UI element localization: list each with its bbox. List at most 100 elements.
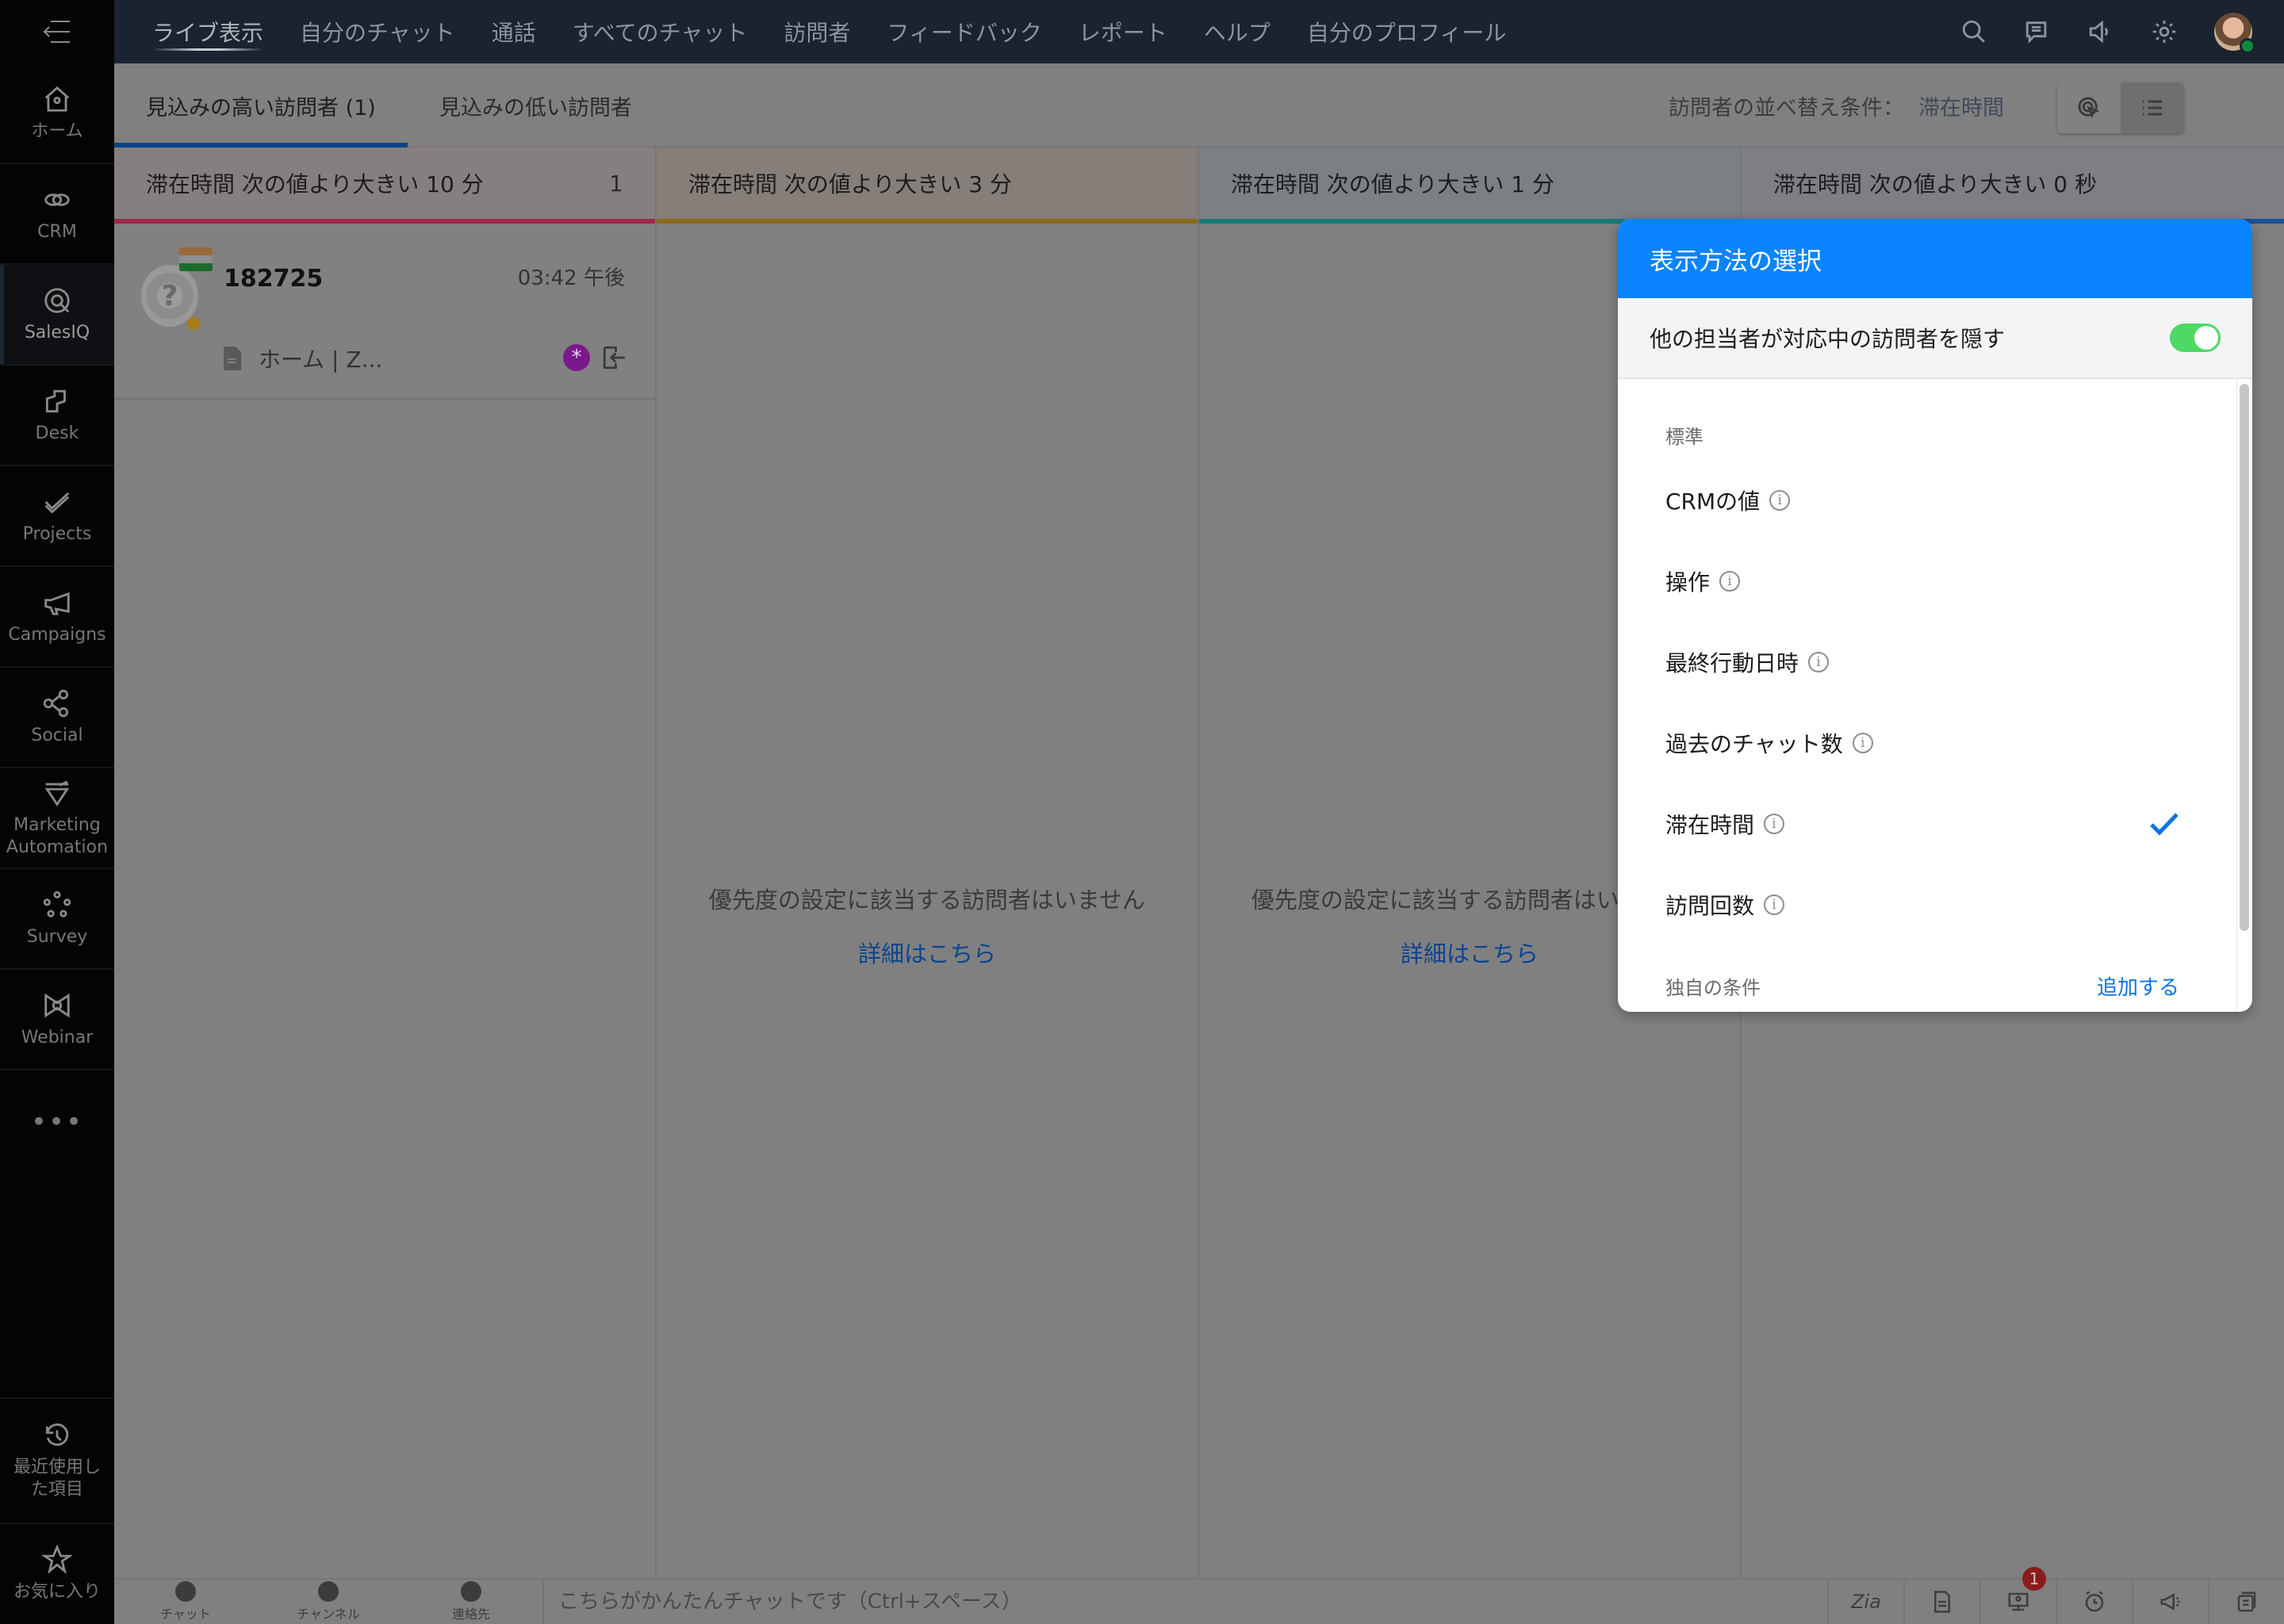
alarm-button[interactable] [2056,1580,2132,1624]
info-icon[interactable]: i [1769,490,1791,511]
tab-visitors[interactable]: 訪問者 [784,0,850,63]
option-crm-value[interactable]: CRMの値 i [1665,460,2205,541]
notes-button[interactable] [2208,1580,2284,1624]
section-standard-label: 標準 [1665,426,1703,448]
speaker-icon[interactable] [2087,18,2114,45]
sidebar-item-social[interactable]: Social [0,668,114,768]
sidebar-item-label: Campaigns [8,624,106,645]
desk-icon [45,389,66,412]
sidebar-item-label: Social [31,725,83,745]
sidebar-item-home[interactable]: ホーム [0,63,114,164]
visitor-subheader: 見込みの高い訪問者 (1) 見込みの低い訪問者 訪問者の並べ替え条件： 滞在時間 [114,63,2284,147]
announcement-icon [2160,1593,2180,1611]
column-header: 滞在時間 次の値より大きい 1 分 [1199,147,1740,224]
option-label: CRMの値 [1665,488,1761,515]
tab-reports[interactable]: レポート [1079,0,1167,63]
sidebar-item-webinar[interactable]: Webinar [0,970,114,1071]
option-label: 操作 [1665,569,1711,596]
info-icon[interactable]: i [1719,571,1741,592]
visitor-monitor-icon [2008,1592,2029,1611]
info-icon[interactable]: i [1764,814,1785,834]
contact-icon [461,1581,481,1602]
sidebar-item-marketing-automation[interactable]: Marketing Automation [0,768,114,869]
tab-help[interactable]: ヘルプ [1204,0,1270,63]
option-past-chats[interactable]: 過去のチャット数 i [1665,703,2205,783]
more-apps-button[interactable]: ••• [0,1071,114,1174]
document-button[interactable] [1903,1580,1979,1624]
add-custom-criteria-link[interactable]: 追加する [2097,971,2179,1001]
tab-feedback[interactable]: フィードバック [887,0,1041,63]
user-avatar[interactable] [2214,13,2255,54]
option-action[interactable]: 操作 i [1665,541,2205,622]
hide-others-label: 他の担当者が対応中の訪問者を隠す [1650,326,2006,352]
option-time-on-site[interactable]: 滞在時間 i [1665,783,2205,864]
option-visit-count[interactable]: 訪問回数 i [1665,864,2205,945]
document-icon [224,347,241,370]
visitor-card[interactable]: ? 182725 03:42 午後 ホーム | Z... * [114,224,655,400]
column-header: 滞在時間 次の値より大きい 10 分 1 [114,147,655,224]
sidebar-item-projects[interactable]: Projects [0,466,114,567]
chat-bubble-icon[interactable] [2024,18,2051,45]
tab-calls[interactable]: 通話 [492,0,536,63]
sidebar-item-crm[interactable]: CRM [0,164,114,265]
tab-low-potential-visitors[interactable]: 見込みの低い訪問者 [439,63,632,147]
bottom-bar: チャット チャンネル 連絡先 Zia 1 [114,1567,2284,1624]
list-view-button[interactable] [2121,82,2184,133]
sidebar-item-label: ホーム [31,121,83,141]
top-navigation: ライブ表示 自分のチャット 通話 すべてのチャット 訪問者 フィードバック レポ… [114,0,2284,63]
info-icon[interactable]: i [1852,733,1873,753]
salesiq-icon [44,287,70,313]
announcement-button[interactable] [2132,1580,2208,1624]
ring-view-button[interactable] [2057,82,2121,133]
sidebar-item-label: Marketing Automation [6,814,109,857]
view-mode-toggle [2057,82,2184,133]
visitor-time: 03:42 午後 [517,266,625,290]
priority-column: 滞在時間 次の値より大きい 10 分 1 ? 182725 03:42 午後 ホ… [114,147,657,1578]
popup-scrollbar[interactable] [2240,384,2249,931]
sidebar-item-salesiq[interactable]: SalesIQ [0,265,114,366]
sidebar-item-campaigns[interactable]: Campaigns [0,567,114,668]
popup-options-list: 標準 CRMの値 i 操作 i 最終行動日時 i 過去のチャット数 i 滞在時間 i 訪問… [1618,379,2252,1012]
marketing-automation-icon [44,779,70,806]
menu-collapse-button[interactable] [0,0,114,63]
custom-criteria-row: 独自の条件 追加する [1665,945,2205,1012]
visitor-current-page: ホーム | Z... [224,343,382,374]
tab-my-profile[interactable]: 自分のプロフィール [1307,0,1506,63]
hide-others-toggle[interactable] [2170,324,2221,352]
tab-high-potential-visitors[interactable]: 見込みの高い訪問者 (1) [146,63,376,147]
learn-more-link[interactable]: 詳細はこちら [657,936,1198,969]
gear-icon[interactable] [2151,18,2178,45]
tab-all-chats[interactable]: すべてのチャット [573,0,748,63]
column-count: 1 [609,170,623,197]
empty-message: 優先度の設定に該当する訪問者はいません [708,887,1146,914]
notes-icon [2237,1591,2256,1612]
info-icon[interactable]: i [1808,652,1830,672]
option-last-activity[interactable]: 最終行動日時 i [1665,622,2205,703]
history-icon [45,1423,69,1446]
notification-badge: 1 [2022,1567,2046,1591]
info-icon[interactable]: i [1764,894,1785,915]
sidebar-recent-items[interactable]: 最近使用した項目 [0,1397,114,1522]
sidebar-item-label: SalesIQ [24,322,90,343]
sidebar-favorites[interactable]: お気に入り [0,1522,114,1624]
india-flag-icon [179,247,213,271]
list-view-icon [2143,100,2162,116]
tab-live-view[interactable]: ライブ表示 [152,0,264,63]
sidebar-item-desk[interactable]: Desk [0,366,114,466]
bottom-channel-button[interactable]: チャンネル [257,1580,400,1624]
sort-criteria[interactable]: 訪問者の並べ替え条件： 滞在時間 [1669,63,2004,147]
bottom-item-label: チャンネル [297,1607,360,1622]
zia-button[interactable]: Zia [1827,1580,1903,1624]
tab-my-chats[interactable]: 自分のチャット [300,0,455,63]
sidebar-item-label: Desk [35,423,79,443]
sidebar-item-survey[interactable]: Survey [0,869,114,970]
bottom-chat-button[interactable]: チャット [114,1580,257,1624]
star-icon [42,1545,72,1575]
quick-chat-input[interactable] [558,1590,1827,1614]
visitor-monitor-button[interactable]: 1 [1979,1567,2056,1624]
bottom-contacts-button[interactable]: 連絡先 [400,1580,542,1624]
search-icon[interactable] [1960,18,1987,45]
checkmark-icon [2150,813,2179,836]
join-chat-icon[interactable] [601,344,628,371]
option-label: 訪問回数 [1665,893,1755,919]
